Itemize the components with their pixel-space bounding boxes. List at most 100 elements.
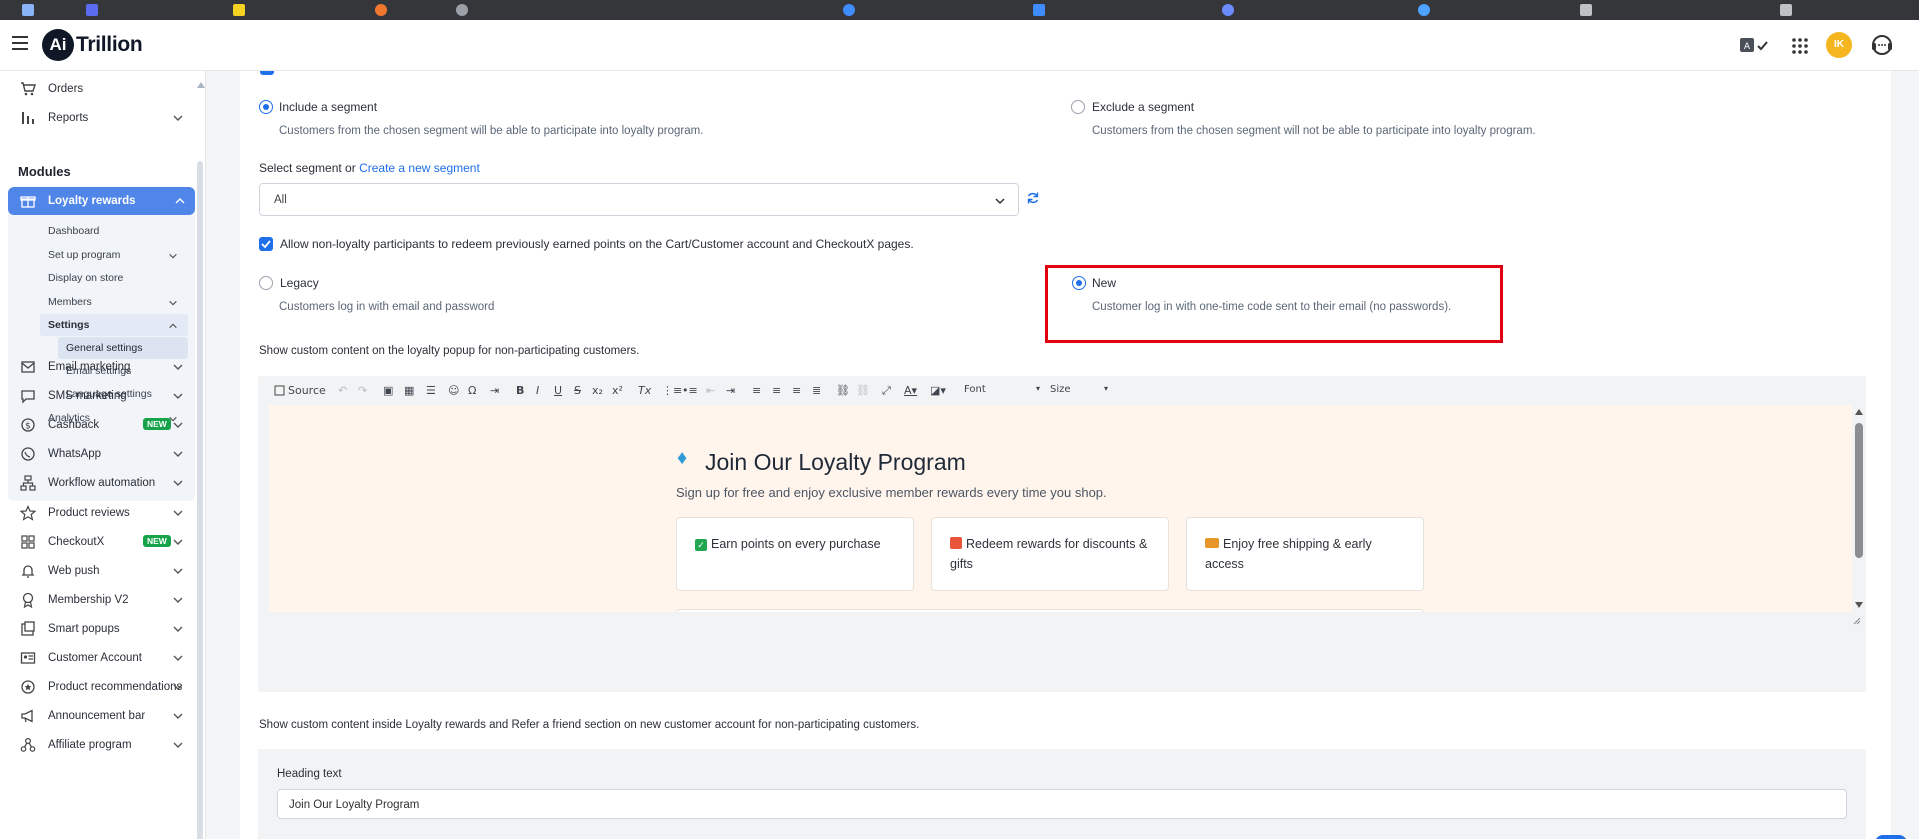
allow-redeem-checkbox[interactable] xyxy=(259,237,273,251)
sidebar-item-loyalty-rewards[interactable]: Loyalty rewards xyxy=(8,187,195,215)
tab-icon[interactable] xyxy=(375,4,387,16)
sidebar-item-customer-account[interactable]: Customer Account xyxy=(0,644,196,672)
sidebar-item-membership-v2[interactable]: Membership V2 xyxy=(0,586,196,614)
tab-icon[interactable] xyxy=(1418,4,1430,16)
tab-icon[interactable] xyxy=(456,4,468,16)
emoji-icon[interactable]: ☺ xyxy=(448,384,459,397)
italic-icon[interactable]: I xyxy=(536,384,539,397)
sidebar-sub-members[interactable]: Members xyxy=(48,291,92,313)
subscript-icon[interactable]: x₂ xyxy=(592,384,603,397)
heading-text-section: Heading text Join Our Loyalty Program xyxy=(258,749,1866,839)
chevron-down-icon: ▾ xyxy=(1104,384,1109,393)
tab-icon[interactable] xyxy=(1222,4,1234,16)
apps-grid-icon[interactable] xyxy=(1790,32,1810,58)
scroll-down-icon[interactable] xyxy=(1854,601,1864,609)
sidebar-item-sms-marketing[interactable]: SMS marketing xyxy=(0,382,196,410)
align-left-icon[interactable]: ≡ xyxy=(752,384,761,397)
sidebar-sub-setup-program[interactable]: Set up program xyxy=(48,244,120,266)
tab-icon[interactable] xyxy=(1580,4,1592,16)
support-headset-icon[interactable] xyxy=(1868,32,1896,58)
sidebar-item-cashback[interactable]: $ Cashback NEW xyxy=(0,411,196,439)
bg-color-icon[interactable]: ◪▾ xyxy=(930,384,946,397)
sidebar-sub-settings[interactable]: Settings xyxy=(48,314,89,336)
sidebar-item-affiliate-program[interactable]: Affiliate program xyxy=(0,731,196,759)
bullet-list-icon[interactable]: •≡ xyxy=(682,384,698,397)
sidebar-item-checkoutx[interactable]: CheckoutX NEW xyxy=(0,528,196,556)
bold-icon[interactable]: B xyxy=(516,384,524,397)
size-select[interactable]: Size xyxy=(1050,384,1071,395)
horizontal-rule-icon[interactable]: ☰ xyxy=(426,384,436,397)
menu-toggle-icon[interactable] xyxy=(12,36,28,50)
table-icon[interactable]: ▦ xyxy=(404,384,414,397)
tab-icon[interactable] xyxy=(22,4,34,16)
svg-text:A: A xyxy=(1744,42,1751,52)
editor-scrollbar[interactable] xyxy=(1853,405,1865,612)
sidebar-sub-dashboard[interactable]: Dashboard xyxy=(48,220,99,242)
outdent-icon[interactable]: ⇤ xyxy=(706,384,715,397)
popup-icon xyxy=(20,621,36,637)
link-icon[interactable]: ⛓ xyxy=(836,384,850,397)
legacy-login-radio[interactable] xyxy=(259,276,273,290)
justify-icon[interactable]: ≣ xyxy=(812,384,821,397)
chevron-down-icon xyxy=(173,655,183,661)
sidebar-item-announcement-bar[interactable]: Announcement bar xyxy=(0,702,196,730)
align-right-icon[interactable]: ≡ xyxy=(792,384,801,397)
hidden-checkbox[interactable] xyxy=(260,71,274,75)
chat-launcher[interactable] xyxy=(1875,835,1907,839)
clear-format-icon[interactable]: Tx xyxy=(638,384,651,397)
unlink-icon[interactable]: ⛓ xyxy=(856,384,870,397)
strikethrough-icon[interactable]: S xyxy=(574,384,581,397)
new-login-radio[interactable] xyxy=(1072,276,1086,290)
sidebar-item-product-recommendations[interactable]: Product recommendations xyxy=(0,673,196,701)
tab-icon[interactable] xyxy=(843,4,855,16)
translate-icon[interactable]: A xyxy=(1738,32,1772,58)
font-select[interactable]: Font xyxy=(964,384,986,395)
sidebar-item-web-push[interactable]: Web push xyxy=(0,557,196,585)
general-settings-panel: Include a segment Customers from the cho… xyxy=(240,71,1891,839)
heading-text-input[interactable]: Join Our Loyalty Program xyxy=(277,789,1847,819)
image-icon[interactable]: ▣ xyxy=(383,384,393,397)
undo-icon[interactable]: ↶ xyxy=(338,384,347,397)
sidebar-item-workflow-automation[interactable]: Workflow automation xyxy=(0,469,196,497)
app-window: Ai Trillion A IK Orders Reports Modules xyxy=(0,0,1919,839)
tab-icon[interactable] xyxy=(233,4,245,16)
sidebar-item-email-marketing[interactable]: Email marketing xyxy=(0,353,196,381)
create-segment-link[interactable]: Create a new segment xyxy=(359,161,480,175)
redo-icon[interactable]: ↷ xyxy=(358,384,367,397)
resize-handle-icon[interactable] xyxy=(1853,617,1861,625)
editor-canvas[interactable]: ♦ Join Our Loyalty Program Sign up for f… xyxy=(269,405,1852,612)
sidebar-sub-display-on-store[interactable]: Display on store xyxy=(48,267,123,289)
pagebreak-icon[interactable]: ⇥ xyxy=(490,384,499,397)
scroll-up-icon[interactable] xyxy=(196,81,206,89)
refresh-icon[interactable] xyxy=(1026,191,1040,205)
indent-icon[interactable]: ⇥ xyxy=(726,384,735,397)
text-color-icon[interactable]: A▾ xyxy=(904,384,917,397)
sidebar-item-orders[interactable]: Orders xyxy=(0,75,196,103)
numbered-list-icon[interactable]: ⋮≡ xyxy=(662,384,682,397)
browser-tab-strip xyxy=(0,0,1919,20)
special-char-icon[interactable]: Ω xyxy=(468,384,476,397)
align-center-icon[interactable]: ≡ xyxy=(772,384,781,397)
editor-scroll-thumb[interactable] xyxy=(1855,423,1863,558)
chevron-down-icon: ▾ xyxy=(1036,384,1041,393)
segment-select[interactable]: All xyxy=(259,183,1019,216)
sidebar-item-product-reviews[interactable]: Product reviews xyxy=(0,499,196,527)
tab-icon[interactable] xyxy=(1780,4,1792,16)
include-segment-radio[interactable] xyxy=(259,100,273,114)
tab-icon[interactable] xyxy=(1033,4,1045,16)
superscript-icon[interactable]: x² xyxy=(612,384,623,397)
exclude-segment-radio[interactable] xyxy=(1071,100,1085,114)
underline-icon[interactable]: U xyxy=(554,384,562,397)
user-avatar[interactable]: IK xyxy=(1826,32,1852,58)
scroll-up-icon[interactable] xyxy=(1854,408,1864,416)
sidebar-item-smart-popups[interactable]: Smart popups xyxy=(0,615,196,643)
sidebar-item-whatsapp[interactable]: WhatsApp xyxy=(0,440,196,468)
benefit-text: Earn points on every purchase xyxy=(711,537,881,551)
maximize-icon[interactable]: ⤢ xyxy=(882,384,891,398)
benefit-text: Redeem rewards for discounts & gifts xyxy=(950,537,1148,571)
tab-icon[interactable] xyxy=(86,4,98,16)
benefit-card: Enjoy free shipping & early access xyxy=(1186,517,1424,591)
sidebar-scrollbar[interactable] xyxy=(197,81,203,839)
source-button[interactable]: Source xyxy=(288,384,326,397)
sidebar-item-reports[interactable]: Reports xyxy=(0,104,196,132)
